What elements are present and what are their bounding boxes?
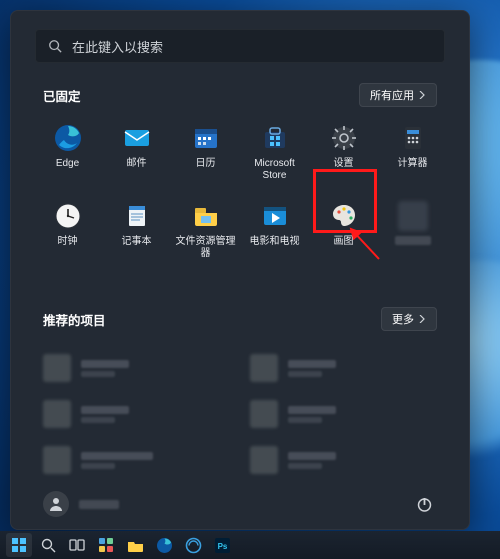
more-button[interactable]: 更多 — [381, 307, 437, 331]
taskbar-edge-button[interactable] — [151, 533, 177, 557]
chevron-right-icon — [418, 315, 426, 323]
recommended-item[interactable] — [250, 349, 437, 387]
start-menu: 在此键入以搜索 已固定 所有应用 Edge 邮件 日历 Microsoft St… — [10, 10, 470, 530]
taskbar-explorer-button[interactable] — [122, 533, 148, 557]
taskbar-search-button[interactable] — [35, 533, 61, 557]
power-button[interactable] — [411, 491, 437, 517]
recommended-item[interactable] — [250, 395, 437, 433]
recommended-item[interactable] — [250, 441, 437, 479]
taskbar: Ps — [0, 531, 500, 559]
task-view-icon — [69, 537, 85, 553]
app-calendar[interactable]: 日历 — [173, 117, 238, 191]
app-calculator[interactable]: 计算器 — [380, 117, 445, 191]
app-settings[interactable]: 设置 — [311, 117, 376, 191]
chevron-right-icon — [418, 91, 426, 99]
app-label: 日历 — [196, 158, 216, 170]
pinned-grid: Edge 邮件 日历 Microsoft Store 设置 计算器 时钟 记事 — [35, 117, 445, 269]
app-label: 电影和电视 — [250, 236, 300, 248]
user-account-button[interactable] — [43, 491, 119, 517]
search-placeholder: 在此键入以搜索 — [72, 37, 163, 56]
swirl-icon — [185, 537, 202, 554]
app-label: Microsoft Store — [243, 158, 307, 181]
taskbar-taskview-button[interactable] — [64, 533, 90, 557]
app-label: 计算器 — [398, 158, 428, 170]
widgets-icon — [98, 537, 114, 553]
taskbar-widgets-button[interactable] — [93, 533, 119, 557]
all-apps-button[interactable]: 所有应用 — [359, 83, 437, 107]
taskbar-photoshop-button[interactable]: Ps — [209, 533, 235, 557]
pinned-title: 已固定 — [43, 86, 81, 105]
taskbar-app-button[interactable] — [180, 533, 206, 557]
edge-icon — [156, 537, 173, 554]
app-label: 设置 — [334, 158, 354, 170]
app-label: 文件资源管理器 — [174, 236, 238, 259]
avatar-icon — [43, 491, 69, 517]
app-movies-tv[interactable]: 电影和电视 — [242, 195, 307, 269]
search-box[interactable]: 在此键入以搜索 — [35, 29, 445, 63]
app-mail[interactable]: 邮件 — [104, 117, 169, 191]
app-label: 画图 — [334, 236, 354, 248]
recommended-list — [35, 349, 445, 479]
photoshop-icon: Ps — [214, 537, 231, 554]
recommended-item[interactable] — [43, 441, 230, 479]
recommended-item[interactable] — [43, 349, 230, 387]
app-label: 记事本 — [122, 236, 152, 248]
recommended-item[interactable] — [43, 395, 230, 433]
app-label: Edge — [56, 158, 79, 170]
svg-text:Ps: Ps — [217, 542, 227, 551]
app-label: 邮件 — [127, 158, 147, 170]
start-footer — [35, 479, 445, 529]
search-icon — [48, 39, 62, 53]
recommended-title: 推荐的项目 — [43, 310, 106, 329]
search-icon — [41, 538, 56, 553]
user-name — [79, 500, 119, 509]
taskbar-start-button[interactable] — [6, 533, 32, 557]
app-file-explorer[interactable]: 文件资源管理器 — [173, 195, 238, 269]
app-notepad[interactable]: 记事本 — [104, 195, 169, 269]
power-icon — [416, 496, 433, 513]
app-label: 时钟 — [58, 236, 78, 248]
app-store[interactable]: Microsoft Store — [242, 117, 307, 191]
folder-icon — [127, 537, 144, 554]
app-label — [395, 236, 431, 245]
app-edge[interactable]: Edge — [35, 117, 100, 191]
app-paint[interactable]: 画图 — [311, 195, 376, 269]
app-clock[interactable]: 时钟 — [35, 195, 100, 269]
app-censored[interactable] — [380, 195, 445, 269]
